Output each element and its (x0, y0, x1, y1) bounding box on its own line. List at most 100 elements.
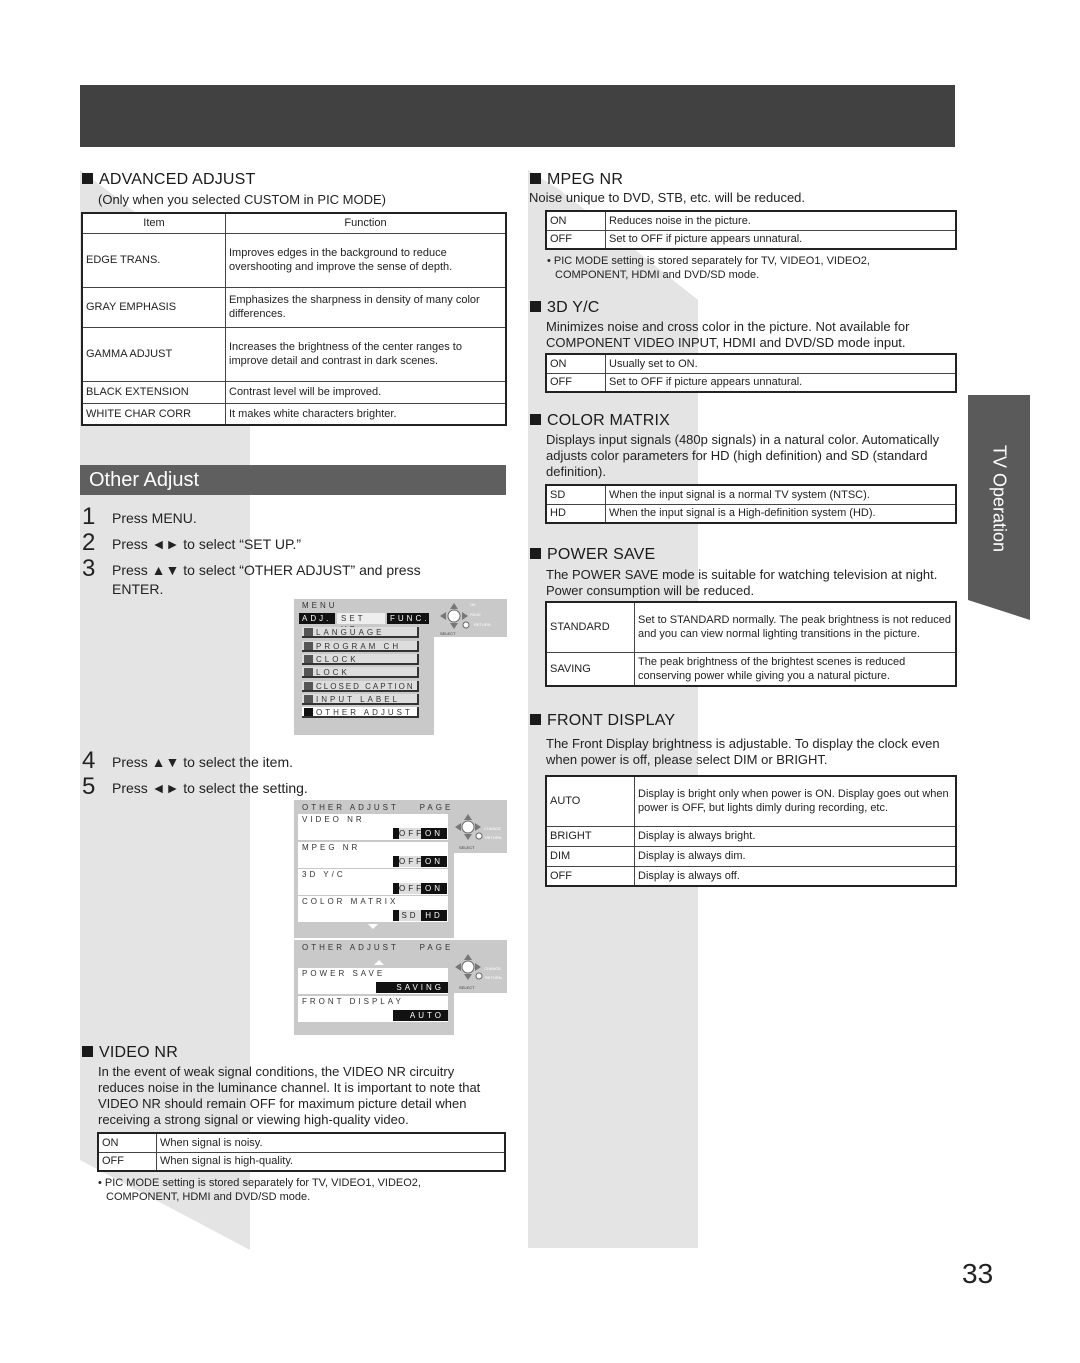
step-number: 1 (82, 503, 96, 530)
bullet-square-icon (82, 173, 93, 184)
header-bar (80, 85, 955, 147)
table-header-row: Item Function (81, 212, 507, 234)
step-number: 4 (82, 747, 96, 774)
closed-caption-icon (304, 682, 313, 690)
table-row: BLACK EXTENSION Contrast level will be im… (81, 380, 507, 404)
osd-menu-screen: MENU ADJ. SET UP FUNC. LANGUAGE PROGRAM … (294, 599, 434, 735)
program-ch-icon (304, 642, 313, 650)
bullet-square-icon (82, 1046, 93, 1057)
pad-return-label: RETURN (474, 622, 491, 627)
table-row: BRIGHT Display is always bright. (545, 825, 957, 847)
power-save-heading: POWER SAVE (530, 546, 655, 564)
osd-menu-item: CLOSED CAPTION (302, 681, 419, 692)
option-value: AUTO (393, 1010, 448, 1021)
color-matrix-description: Displays input signals (480p signals) in… (546, 432, 940, 479)
step-number: 5 (82, 773, 96, 800)
step-text: Press ◄► to select the setting. (112, 780, 308, 796)
other-adjust-icon (304, 708, 313, 716)
option-off: OFF (399, 856, 424, 867)
bullet-square-icon (530, 414, 541, 425)
option-on: ON (421, 856, 447, 867)
pad-page-label: PAGE (470, 612, 481, 617)
osd-tab-setup: SET UP (337, 613, 385, 634)
pad-select-label: SELECT (440, 631, 456, 636)
scroll-up-arrow-icon (374, 960, 384, 965)
pad-change-label: CHANGE (484, 826, 502, 831)
pad-select-label: SELECT (459, 845, 475, 850)
side-tab-label: TV Operation (989, 445, 1010, 553)
osd-menu-item: CLOCK (302, 654, 419, 665)
bullet-square-icon (530, 173, 541, 184)
bullet-square-icon (530, 714, 541, 725)
3d-yc-table: ON Usually set to ON. OFF Set to OFF if pi… (545, 353, 957, 393)
input-label-icon (304, 695, 313, 703)
table-row: OFF Set to OFF if picture appears unnatur… (545, 372, 957, 393)
table-row: AUTO Display is bright only when power is… (545, 775, 957, 827)
step-text: Press ▲▼ to select “OTHER ADJUST” and pr… (112, 562, 421, 578)
osd-tab-adj: ADJ. (299, 613, 335, 624)
step-text: Press ◄► to select “SET UP.” (112, 536, 302, 552)
pad-return-label: RETURN (485, 975, 502, 980)
osd-menu-control-panel: OK PAGE RETURN SELECT (434, 599, 507, 637)
video-nr-note: • PIC MODE setting is stored separately … (98, 1177, 421, 1203)
table-row: GRAY EMPHASIS Emphasizes the sharpness in… (81, 286, 507, 328)
power-save-table: STANDARD Set to STANDARD normally. The pe… (545, 601, 957, 687)
osd-menu-title: MENU (302, 601, 338, 610)
osd-menu-item: LANGUAGE (302, 627, 419, 638)
clock-icon (304, 655, 313, 663)
step-number: 2 (82, 529, 96, 556)
scroll-down-arrow-icon (368, 924, 378, 929)
video-nr-table: ON When signal is noisy. OFF When signal i… (97, 1132, 506, 1172)
table-row: OFF Display is always off. (545, 865, 957, 887)
osd-menu-item-selected: OTHER ADJUST (302, 707, 419, 718)
step-text-continued: ENTER. (112, 581, 164, 597)
other-adjust-title: Other Adjust (80, 465, 506, 495)
video-nr-description: In the event of weak signal conditions, … (98, 1064, 481, 1127)
step-number: 3 (82, 555, 96, 582)
table-row: ON When signal is noisy. (97, 1132, 506, 1153)
osd-menu-item: PROGRAM CH (302, 641, 419, 652)
table-row: ON Usually set to ON. (545, 353, 957, 374)
color-matrix-table: SD When the input signal is a normal TV s… (545, 484, 957, 524)
osd-page1-control-panel: CHANGE RETURN SELECT (454, 800, 507, 853)
bullet-square-icon (530, 301, 541, 312)
table-row: DIM Display is always dim. (545, 845, 957, 867)
power-save-description: The POWER SAVE mode is suitable for watc… (546, 567, 938, 598)
osd-setting-item: 3D Y/C OFF ON (298, 869, 448, 895)
table-row: GAMMA ADJUST Increases the brightness of … (81, 326, 507, 382)
table-row: STANDARD Set to STANDARD normally. The pe… (545, 601, 957, 653)
osd-other-adjust-page1: OTHER ADJUST PAGE 1/2 VIDEO NR OFF ON MP… (294, 800, 486, 938)
osd-setting-item: FRONT DISPLAY AUTO (298, 996, 448, 1022)
table-row: OFF Set to OFF if picture appears unnatur… (545, 229, 957, 250)
front-display-table: AUTO Display is bright only when power is… (545, 775, 957, 887)
mpeg-nr-note: • PIC MODE setting is stored separately … (547, 255, 870, 281)
video-nr-heading: VIDEO NR (82, 1044, 178, 1062)
pad-change-label: CHANGE (484, 966, 502, 971)
pad-return-label: RETURN (485, 835, 502, 840)
option-off: OFF (399, 883, 424, 894)
option-on: ON (421, 828, 447, 839)
step-text: Press MENU. (112, 510, 197, 526)
mpeg-nr-table: ON Reduces noise in the picture. OFF Set t… (545, 210, 957, 250)
mpeg-nr-description: Noise unique to DVD, STB, etc. will be r… (529, 190, 806, 205)
front-display-heading: FRONT DISPLAY (530, 712, 675, 730)
osd-setting-item: POWER SAVE SAVING (298, 968, 448, 994)
advanced-adjust-subtitle: (Only when you selected CUSTOM in PIC MO… (98, 192, 387, 207)
front-display-description: The Front Display brightness is adjustab… (546, 736, 940, 767)
osd-setting-item: VIDEO NR OFF ON (298, 814, 448, 840)
table-row: HD When the input signal is a High-defini… (545, 503, 957, 524)
advanced-adjust-table: Item Function EDGE TRANS. Improves edges … (81, 212, 507, 426)
option-off: OFF (399, 828, 424, 839)
table-row: SD When the input signal is a normal TV s… (545, 484, 957, 505)
option-on: ON (421, 883, 447, 894)
table-row: OFF When signal is high-quality. (97, 1151, 506, 1172)
option-value: SAVING (376, 982, 448, 993)
bullet-square-icon (530, 548, 541, 559)
3d-yc-heading: 3D Y/C (530, 299, 599, 317)
page-number: 33 (962, 1258, 994, 1289)
osd-other-adjust-page2: OTHER ADJUST PAGE 2/2 POWER SAVE SAVING … (294, 940, 486, 1035)
3d-yc-description: Minimizes noise and cross color in the p… (546, 319, 910, 350)
language-icon (304, 628, 313, 636)
osd-setting-item: COLOR MATRIX SD HD (298, 896, 448, 922)
pad-ok-label: OK (470, 602, 476, 607)
